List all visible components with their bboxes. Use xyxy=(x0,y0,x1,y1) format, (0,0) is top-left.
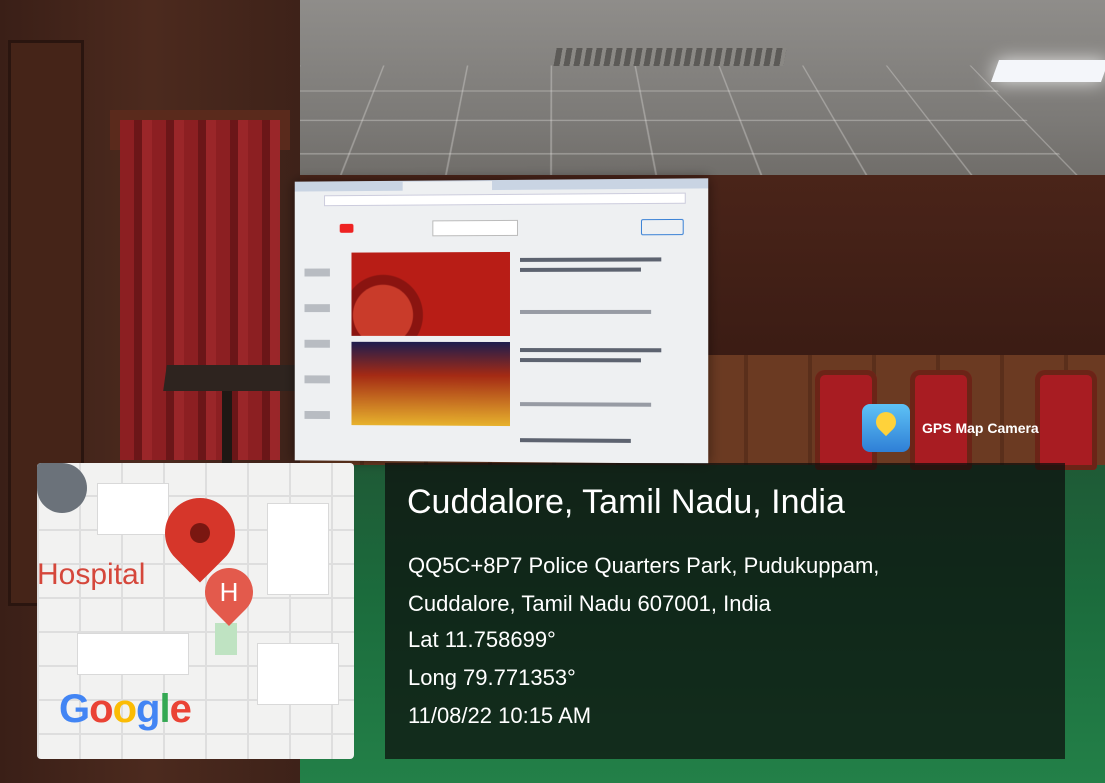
red-chair xyxy=(1035,370,1097,470)
datetime-stamp: 11/08/22 10:15 AM xyxy=(408,703,592,728)
gps-map-camera-badge: GPS Map Camera xyxy=(862,404,1042,452)
red-curtain xyxy=(120,120,280,460)
location-info-card: Cuddalore, Tamil Nadu, India QQ5C+8P7 Po… xyxy=(385,463,1065,759)
video-title-line xyxy=(519,267,641,272)
browser-tabs xyxy=(294,178,709,192)
video-thumbnail xyxy=(351,341,510,427)
school-icon xyxy=(37,463,87,513)
youtube-logo-icon xyxy=(339,223,354,233)
video-description-line xyxy=(519,309,652,314)
lectern xyxy=(163,365,307,391)
google-logo: Google xyxy=(59,687,192,731)
sign-in-button xyxy=(640,218,684,236)
video-thumbnail xyxy=(351,251,510,337)
gps-badge-label: GPS Map Camera xyxy=(922,420,1039,436)
longitude-value: Long 79.771353° xyxy=(408,665,576,690)
map-place-label: Hospital xyxy=(37,558,146,591)
address-line-1: QQ5C+8P7 Police Quarters Park, Pudukuppa… xyxy=(408,553,880,578)
youtube-sidebar xyxy=(304,250,330,439)
projection-screen xyxy=(294,178,709,464)
park-area xyxy=(215,623,237,655)
ceiling-vent xyxy=(553,48,787,66)
video-title-line xyxy=(519,257,662,262)
address-line-2: Cuddalore, Tamil Nadu 607001, India xyxy=(408,591,771,616)
video-title-line xyxy=(519,438,631,443)
lectern-stand xyxy=(222,391,232,471)
ceiling-light xyxy=(990,60,1105,82)
map-thumbnail: Hospital H Google xyxy=(37,463,354,759)
browser-address-bar xyxy=(324,192,686,207)
latitude-value: Lat 11.758699° xyxy=(408,627,556,652)
location-title: Cuddalore, Tamil Nadu, India xyxy=(407,483,845,521)
video-search-box xyxy=(432,219,518,237)
video-title-line xyxy=(519,348,662,353)
video-description-line xyxy=(519,402,652,407)
video-title-line xyxy=(519,358,641,363)
map-pin-icon xyxy=(862,404,910,452)
